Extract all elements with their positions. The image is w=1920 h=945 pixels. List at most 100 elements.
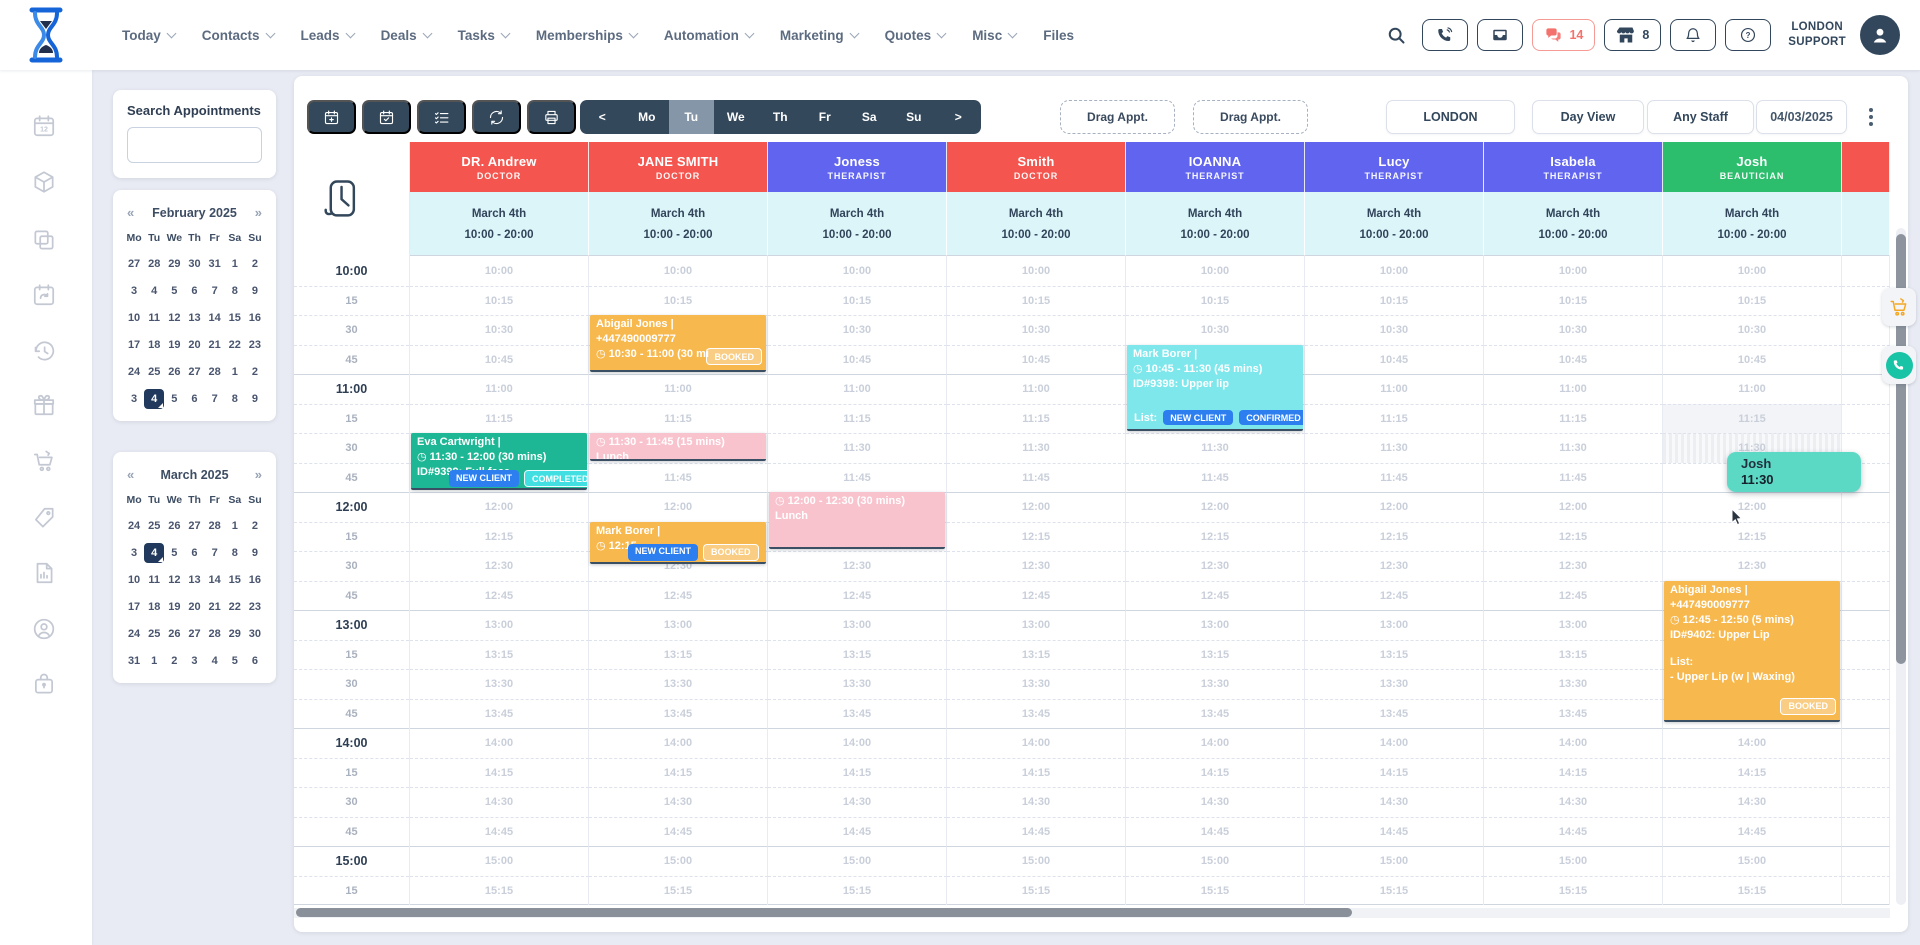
staff-header[interactable]: SmithDOCTOR bbox=[947, 142, 1126, 192]
time-slot[interactable]: 14:15 bbox=[1126, 758, 1305, 788]
calendar-day[interactable]: 25 bbox=[144, 362, 164, 382]
time-slot[interactable]: 12:00 bbox=[1126, 492, 1305, 522]
time-slot[interactable]: 14:30 bbox=[768, 787, 947, 817]
nav-item-automation[interactable]: Automation bbox=[664, 28, 753, 43]
calendar-day[interactable]: 5 bbox=[164, 281, 184, 301]
time-slot[interactable]: 14:15 bbox=[1663, 758, 1842, 788]
calendar-day[interactable]: 7 bbox=[205, 543, 225, 563]
staff-header[interactable]: JoshBEAUTICIAN bbox=[1663, 142, 1842, 192]
time-slot[interactable]: 14:45 bbox=[768, 817, 947, 847]
time-slot[interactable]: 12:45 bbox=[589, 581, 768, 611]
calendar-day[interactable]: 24 bbox=[124, 516, 144, 536]
sidebar-report-icon[interactable] bbox=[31, 560, 57, 586]
calendar-day[interactable]: 8 bbox=[225, 543, 245, 563]
time-slot[interactable]: 11:00 bbox=[410, 374, 589, 404]
time-slot[interactable]: 13:30 bbox=[589, 669, 768, 699]
time-slot[interactable]: 11:45 bbox=[947, 463, 1126, 493]
time-slot[interactable] bbox=[1842, 699, 1890, 729]
time-slot[interactable] bbox=[1842, 669, 1890, 699]
nav-item-quotes[interactable]: Quotes bbox=[885, 28, 946, 43]
nav-item-leads[interactable]: Leads bbox=[301, 28, 354, 43]
calendar-day[interactable]: 29 bbox=[164, 254, 184, 274]
staff-header[interactable]: IOANNATHERAPIST bbox=[1126, 142, 1305, 192]
time-slot[interactable]: 15:15 bbox=[768, 876, 947, 906]
time-slot[interactable]: 12:00 bbox=[410, 492, 589, 522]
time-slot[interactable]: 12:00 bbox=[947, 492, 1126, 522]
time-slot[interactable]: 12:00 bbox=[589, 492, 768, 522]
time-slot[interactable]: 13:30 bbox=[410, 669, 589, 699]
calendar-next-button[interactable]: » bbox=[255, 205, 262, 220]
calendar-day[interactable]: 13 bbox=[184, 308, 204, 328]
calendar-day[interactable]: 6 bbox=[184, 281, 204, 301]
phone-button[interactable] bbox=[1422, 19, 1468, 51]
calendar-day[interactable]: 20 bbox=[184, 597, 204, 617]
time-slot[interactable]: 10:45 bbox=[1484, 345, 1663, 375]
appt-mark-borer-1045[interactable]: Mark Borer |◷ 10:45 - 11:30 (45 mins)ID#… bbox=[1127, 345, 1303, 432]
staff-select[interactable]: Any Staff bbox=[1647, 100, 1754, 134]
time-slot[interactable]: 15:00 bbox=[1663, 846, 1842, 876]
time-slot[interactable]: 14:00 bbox=[768, 728, 947, 758]
time-slot[interactable]: 11:00 bbox=[1305, 374, 1484, 404]
time-slot[interactable]: 14:15 bbox=[768, 758, 947, 788]
time-slot[interactable]: 11:45 bbox=[1126, 463, 1305, 493]
calendar-day[interactable]: 27 bbox=[184, 362, 204, 382]
calendar-day[interactable]: 23 bbox=[245, 335, 265, 355]
time-slot[interactable]: 13:15 bbox=[589, 640, 768, 670]
search-icon[interactable] bbox=[1386, 25, 1407, 46]
calendar-next-button[interactable]: » bbox=[255, 467, 262, 482]
store-button[interactable]: 8 bbox=[1604, 19, 1661, 51]
calendar-day[interactable]: 31 bbox=[205, 254, 225, 274]
time-slot[interactable]: 10:30 bbox=[1484, 315, 1663, 345]
calendar-day[interactable]: 12 bbox=[164, 570, 184, 590]
time-slot[interactable]: 13:15 bbox=[947, 640, 1126, 670]
nav-item-marketing[interactable]: Marketing bbox=[780, 28, 858, 43]
calendar-day[interactable]: 25 bbox=[144, 624, 164, 644]
time-slot[interactable]: 10:00 bbox=[1305, 256, 1484, 286]
calendar-day[interactable]: 3 bbox=[124, 281, 144, 301]
sidebar-copy-icon[interactable] bbox=[31, 227, 57, 253]
time-slot[interactable]: 14:15 bbox=[1484, 758, 1663, 788]
time-slot[interactable] bbox=[1842, 728, 1890, 758]
nav-item-memberships[interactable]: Memberships bbox=[536, 28, 637, 43]
time-slot[interactable] bbox=[1842, 610, 1890, 640]
time-slot[interactable]: 12:45 bbox=[1484, 581, 1663, 611]
calendar-day[interactable]: 14 bbox=[205, 570, 225, 590]
time-slot[interactable]: 12:45 bbox=[1305, 581, 1484, 611]
time-slot[interactable]: 13:45 bbox=[1305, 699, 1484, 729]
calendar-prev-button[interactable]: « bbox=[127, 467, 134, 482]
time-slot[interactable]: 13:00 bbox=[1126, 610, 1305, 640]
time-slot[interactable]: 15:00 bbox=[410, 846, 589, 876]
calendar-day[interactable]: 22 bbox=[225, 597, 245, 617]
time-slot[interactable]: 12:15 bbox=[947, 522, 1126, 552]
time-slot[interactable]: 15:00 bbox=[768, 846, 947, 876]
calendar-day[interactable]: 22 bbox=[225, 335, 245, 355]
time-slot[interactable] bbox=[1842, 846, 1890, 876]
calendar-day[interactable]: 9 bbox=[245, 543, 265, 563]
vertical-scrollbar[interactable] bbox=[1896, 228, 1906, 905]
time-slot[interactable]: 12:30 bbox=[1484, 551, 1663, 581]
sidebar-cart-icon[interactable] bbox=[31, 448, 57, 474]
calendar-day[interactable]: 30 bbox=[184, 254, 204, 274]
time-slot[interactable]: 10:30 bbox=[1126, 315, 1305, 345]
chat-button[interactable]: 14 bbox=[1532, 19, 1595, 51]
nav-item-files[interactable]: Files bbox=[1043, 28, 1074, 43]
time-slot[interactable]: 13:45 bbox=[410, 699, 589, 729]
calendar-day[interactable]: 2 bbox=[164, 651, 184, 671]
quick-call-button[interactable] bbox=[1882, 346, 1916, 384]
time-slot[interactable]: 10:45 bbox=[1663, 345, 1842, 375]
refresh-button[interactable] bbox=[472, 100, 521, 134]
time-slot[interactable]: 15:15 bbox=[1126, 876, 1305, 906]
time-slot[interactable]: 15:00 bbox=[1305, 846, 1484, 876]
time-slot[interactable]: 11:45 bbox=[1484, 463, 1663, 493]
time-slot[interactable]: 14:30 bbox=[589, 787, 768, 817]
time-slot[interactable]: 14:30 bbox=[1305, 787, 1484, 817]
time-slot[interactable]: 12:30 bbox=[410, 551, 589, 581]
week-prev-button[interactable]: < bbox=[580, 100, 625, 134]
calendar-day[interactable]: 26 bbox=[164, 516, 184, 536]
time-slot[interactable]: 10:30 bbox=[768, 315, 947, 345]
weekday-we[interactable]: We bbox=[714, 100, 759, 134]
calendar-day[interactable]: 20 bbox=[184, 335, 204, 355]
drag-appointment-button-2[interactable]: Drag Appt. bbox=[1193, 100, 1308, 134]
calendar-day[interactable]: 7 bbox=[205, 281, 225, 301]
time-slot[interactable]: 13:45 bbox=[1126, 699, 1305, 729]
